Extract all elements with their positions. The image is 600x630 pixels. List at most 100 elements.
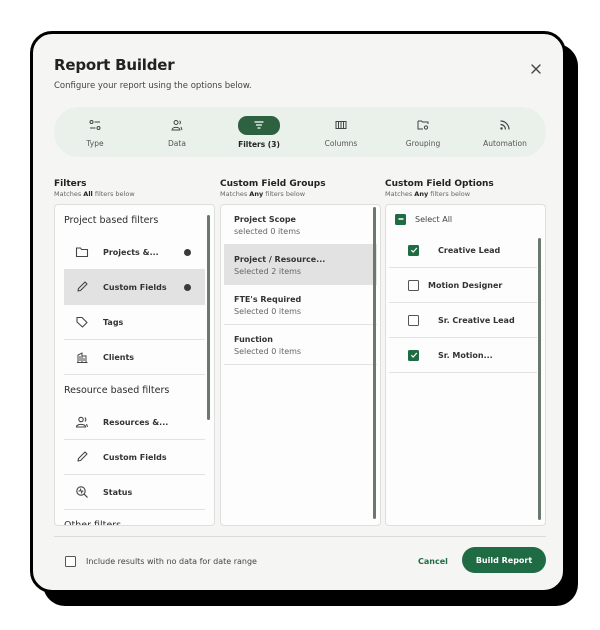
option-checkbox[interactable] (408, 314, 419, 326)
tab-columns[interactable]: Columns (300, 107, 382, 157)
active-filter-dot (184, 248, 191, 256)
check-icon (410, 352, 417, 358)
field-group-item[interactable]: Project / Resource... Selected 2 items (224, 245, 377, 285)
include-no-data-checkbox[interactable]: Include results with no data for date ra… (65, 556, 257, 567)
filter-item-custom-fields[interactable]: Custom Fields (64, 270, 205, 305)
field-group-title: FTE's Required (234, 295, 302, 304)
field-groups-panel: Project Scope selected 0 items Project /… (220, 204, 381, 526)
field-group-status: Selected 2 items (234, 267, 302, 276)
tag-icon (76, 316, 88, 328)
option-label: Motion Designer (428, 280, 503, 290)
users-data-icon (171, 120, 183, 131)
option-checkbox[interactable] (408, 244, 419, 256)
option-item-sr-motion[interactable]: Sr. Motion... (389, 338, 537, 373)
status-search-icon (76, 486, 88, 498)
tab-filters[interactable]: Filters (3) (218, 107, 300, 157)
field-group-title: Project / Resource... (234, 255, 326, 264)
field-group-item[interactable]: FTE's Required Selected 0 items (224, 285, 377, 325)
filter-item-projects[interactable]: Projects &... (64, 235, 205, 270)
tab-label: Type (86, 139, 104, 148)
select-all-checkbox[interactable]: Select All (386, 205, 545, 233)
footer-divider (54, 536, 546, 537)
field-options-scrollbar[interactable] (538, 238, 541, 520)
include-no-data-label: Include results with no data for date ra… (86, 557, 257, 566)
pencil-icon (77, 281, 88, 292)
include-no-data-box[interactable] (65, 556, 76, 567)
filters-match-hint: Matches All filters below (54, 190, 135, 198)
field-groups-scrollbar[interactable] (373, 207, 376, 519)
build-report-button[interactable]: Build Report (462, 547, 546, 573)
tab-label: Automation (483, 139, 527, 148)
filter-item-clients[interactable]: Clients (64, 340, 205, 375)
filter-item-label: Custom Fields (103, 282, 167, 292)
filter-item-label: Tags (103, 317, 124, 327)
group-title-project: Project based filters (64, 214, 159, 226)
building-icon (77, 352, 88, 363)
close-button[interactable] (529, 62, 543, 76)
group-title-resource: Resource based filters (64, 384, 170, 396)
filter-item-label: Status (103, 487, 133, 497)
option-label: Sr. Motion... (438, 350, 493, 360)
filter-icon (254, 121, 264, 129)
field-group-title: Function (234, 335, 273, 344)
field-groups-match-hint: Matches Any filters below (220, 190, 306, 198)
tab-automation[interactable]: Automation (464, 107, 546, 157)
select-all-label: Select All (415, 214, 453, 224)
tab-label: Data (168, 139, 186, 148)
filter-item-tags[interactable]: Tags (64, 305, 205, 340)
report-builder-dialog: Report Builder Configure your report usi… (30, 31, 566, 593)
step-tabs: Type Data Filters (3) Columns Grouping A… (54, 107, 546, 157)
dialog-subtitle: Configure your report using the options … (54, 81, 252, 91)
option-label: Creative Lead (438, 245, 501, 255)
rss-icon (500, 120, 510, 130)
group-title-other: Other filters (64, 519, 122, 526)
users-icon (75, 416, 89, 428)
filter-item-status[interactable]: Status (64, 475, 205, 510)
minus-icon (398, 218, 403, 220)
field-options-heading: Custom Field Options (385, 179, 494, 189)
field-group-status: Selected 0 items (234, 347, 302, 356)
option-item-sr-creative-lead[interactable]: Sr. Creative Lead (389, 303, 537, 338)
filter-item-label: Resources &... (103, 417, 169, 427)
filter-item-resources[interactable]: Resources &... (64, 405, 205, 440)
type-sliders-icon (89, 120, 101, 130)
pencil-icon (77, 451, 88, 462)
option-item-creative-lead[interactable]: Creative Lead (389, 233, 537, 268)
field-groups-header: Custom Field Groups Matches Any filters … (220, 179, 326, 198)
field-options-panel: Select All Creative Lead Motion Designer… (385, 204, 546, 526)
select-all-box[interactable] (395, 213, 406, 225)
tab-label: Columns (324, 139, 358, 148)
dialog-title: Report Builder (54, 56, 175, 74)
field-group-item[interactable]: Project Scope selected 0 items (224, 205, 377, 245)
field-group-status: selected 0 items (234, 227, 301, 236)
cancel-button[interactable]: Cancel (418, 557, 448, 566)
option-label: Sr. Creative Lead (438, 315, 515, 325)
field-options-header: Custom Field Options Matches Any filters… (385, 179, 494, 198)
filters-header: Filters Matches All filters below (54, 179, 135, 198)
filter-item-label: Clients (103, 352, 135, 362)
option-checkbox[interactable] (408, 349, 419, 361)
tab-type[interactable]: Type (54, 107, 136, 157)
close-icon (531, 64, 541, 74)
tab-label: Grouping (405, 139, 441, 148)
filter-item-label: Custom Fields (103, 452, 167, 462)
field-group-item[interactable]: Function Selected 0 items (224, 325, 377, 365)
filter-item-resource-custom-fields[interactable]: Custom Fields (64, 440, 205, 475)
tab-label: Filters (3) (238, 139, 280, 149)
folder-icon (75, 247, 89, 258)
option-item-motion-designer[interactable]: Motion Designer (389, 268, 537, 303)
field-group-title: Project Scope (234, 215, 296, 224)
filters-panel: Project based filters Projects &... Cust… (54, 204, 215, 526)
filters-heading: Filters (54, 179, 87, 189)
filters-scrollbar[interactable] (207, 215, 210, 420)
tab-data[interactable]: Data (136, 107, 218, 157)
filter-item-label: Projects &... (103, 247, 159, 257)
folder-settings-icon (417, 120, 429, 130)
field-groups-heading: Custom Field Groups (220, 179, 326, 189)
option-checkbox[interactable] (408, 279, 419, 291)
check-icon (410, 247, 417, 253)
columns-icon (335, 121, 347, 129)
tab-grouping[interactable]: Grouping (382, 107, 464, 157)
active-filter-dot (184, 283, 191, 291)
field-options-match-hint: Matches Any filters below (385, 190, 471, 198)
